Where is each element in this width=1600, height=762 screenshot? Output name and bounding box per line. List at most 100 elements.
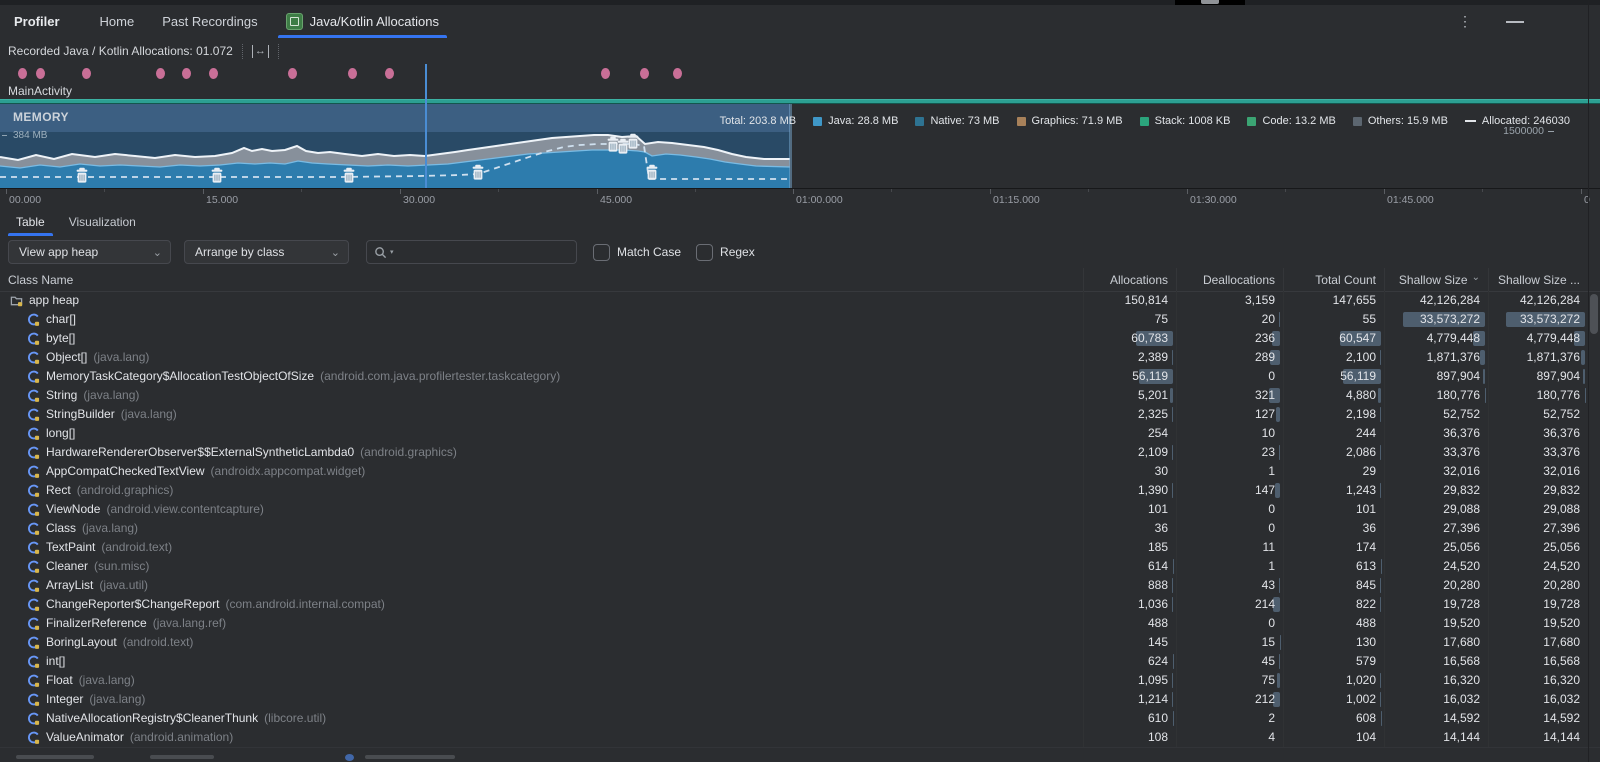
cell-value: 2,086 [1284,443,1376,462]
value-cell: 27,396 [1384,519,1488,538]
table-row[interactable]: String(java.lang)5,2013214,880180,776180… [0,386,1600,405]
class-name: Object[] [46,348,87,367]
row-scroll-gutter [1588,652,1600,671]
search-options-caret[interactable]: ▾ [390,248,394,256]
table-row[interactable]: Rect(android.graphics)1,3901471,24329,83… [0,481,1600,500]
header-scroll-gutter [1588,268,1600,291]
tab-past-recordings[interactable]: Past Recordings [148,5,271,38]
table-row[interactable]: StringBuilder(java.lang)2,3251272,19852,… [0,405,1600,424]
table-row[interactable]: Cleaner(sun.misc)614161324,52024,520 [0,557,1600,576]
column-header-shallow-size[interactable]: Shallow Size⌄ [1384,268,1488,291]
table-row[interactable]: Object[](java.lang)2,3892892,1001,871,37… [0,348,1600,367]
table-row[interactable]: byte[]60,78323660,5474,779,4484,779,448 [0,329,1600,348]
column-header-shallow-size[interactable]: Shallow Size ... [1488,268,1588,291]
arrange-dropdown[interactable]: Arrange by class ⌄ [184,240,349,264]
row-scroll-gutter [1588,709,1600,728]
match-case-option[interactable]: Match Case [593,244,681,261]
zoom-to-fit-icon[interactable]: ↔ [252,45,269,58]
regex-checkbox[interactable] [696,244,713,261]
table-row[interactable]: ViewNode(android.view.contentcapture)101… [0,500,1600,519]
legend-label: Others: 15.9 MB [1368,115,1448,127]
value-cell: 1,871,376 [1488,348,1588,367]
table-row[interactable]: ValueAnimator(android.animation)10841041… [0,728,1600,747]
cell-value: 14,144 [1489,728,1580,747]
value-cell: 4,779,448 [1384,329,1488,348]
search-icon[interactable] [374,246,387,259]
value-cell: 16,032 [1384,690,1488,709]
view-tab-visualization[interactable]: Visualization [59,207,146,236]
table-row[interactable]: long[]2541024436,37636,376 [0,424,1600,443]
search-input[interactable] [397,244,569,260]
more-options-icon[interactable]: ⋮ [1458,13,1472,30]
class-icon [27,484,40,497]
hide-window-icon[interactable] [1506,21,1524,23]
memory-timeline[interactable]: MEMORY 384 MB Total: 203.8 MBJava: 28.8 … [0,104,1600,188]
table-row[interactable]: MemoryTaskCategory$AllocationTestObjectO… [0,367,1600,386]
value-heat-bar [1279,578,1280,593]
profiler-window: Profiler HomePast RecordingsJava/Kotlin … [0,0,1600,762]
event-timeline[interactable]: MainActivity [0,64,1600,104]
value-cell: 624 [1083,652,1176,671]
value-cell: 108 [1083,728,1176,747]
table-row[interactable]: HardwareRendererObserver$$ExternalSynthe… [0,443,1600,462]
value-heat-bar [1380,597,1381,612]
class-name-cell: ChangeReporter$ChangeReport(com.android.… [0,595,1083,614]
tab-home[interactable]: Home [86,5,149,38]
cell-value: 244 [1284,424,1376,443]
view-tab-table[interactable]: Table [6,207,55,236]
value-cell: 0 [1176,614,1283,633]
table-row[interactable]: FinalizerReference(java.lang.ref)4880488… [0,614,1600,633]
row-scroll-gutter [1588,386,1600,405]
column-header-class-name[interactable]: Class Name [0,268,1083,291]
table-row[interactable]: AppCompatCheckedTextView(androidx.appcom… [0,462,1600,481]
table-row[interactable]: ChangeReporter$ChangeReport(com.android.… [0,595,1600,614]
table-row[interactable]: TextPaint(android.text)1851117425,05625,… [0,538,1600,557]
package-name: (android.text) [101,538,172,557]
heap-dropdown[interactable]: View app heap ⌄ [8,240,171,264]
memory-chart[interactable] [0,104,790,188]
value-cell: 29,832 [1488,481,1588,500]
class-name-cell: MemoryTaskCategory$AllocationTestObjectO… [0,367,1083,386]
search-field[interactable]: ▾ [366,240,577,264]
row-scroll-gutter [1588,367,1600,386]
view-tab-label: Table [16,215,45,229]
column-header-total-count[interactable]: Total Count [1283,268,1384,291]
table-row[interactable]: char[]75205533,573,27233,573,272 [0,310,1600,329]
table-row[interactable]: ArrayList(java.util)8884384520,28020,280 [0,576,1600,595]
table-row[interactable]: NativeAllocationRegistry$CleanerThunk(li… [0,709,1600,728]
value-cell: 244 [1283,424,1384,443]
tab-java-kotlin-allocations[interactable]: Java/Kotlin Allocations [272,5,453,38]
value-cell: 1,214 [1083,690,1176,709]
value-cell: 14,592 [1384,709,1488,728]
column-header-deallocations[interactable]: Deallocations [1176,268,1283,291]
value-cell: 29 [1283,462,1384,481]
value-cell: 32,016 [1384,462,1488,481]
axis-tick [990,189,991,194]
cell-value: 56,119 [1084,367,1168,386]
value-heat-bar [1276,407,1280,422]
value-heat-bar [1581,350,1585,365]
value-cell: 180,776 [1488,386,1588,405]
class-icon [27,731,40,744]
value-cell: 1,871,376 [1384,348,1488,367]
cell-value: 16,320 [1385,671,1480,690]
value-cell: 2,109 [1083,443,1176,462]
vertical-scrollbar[interactable] [1590,294,1598,334]
table-row[interactable]: BoringLayout(android.text)1451513017,680… [0,633,1600,652]
gc-trash-icon [77,168,88,183]
match-case-checkbox[interactable] [593,244,610,261]
value-cell: 608 [1283,709,1384,728]
regex-option[interactable]: Regex [696,244,755,261]
cell-value: 55 [1284,310,1376,329]
table-row[interactable]: Integer(java.lang)1,2142121,00216,03216,… [0,690,1600,709]
cell-value: 19,520 [1385,614,1480,633]
table-row[interactable]: Class(java.lang)3603627,39627,396 [0,519,1600,538]
class-icon [27,332,40,345]
legend-swatch [1140,117,1149,126]
column-header-allocations[interactable]: Allocations [1083,268,1176,291]
table-row[interactable]: int[]6244557916,56816,568 [0,652,1600,671]
legend-label: Total: 203.8 MB [720,115,796,127]
table-row[interactable]: Float(java.lang)1,095751,02016,32016,320 [0,671,1600,690]
cell-value: 14,592 [1489,709,1580,728]
table-row[interactable]: app heap150,8143,159147,65542,126,28442,… [0,291,1600,310]
